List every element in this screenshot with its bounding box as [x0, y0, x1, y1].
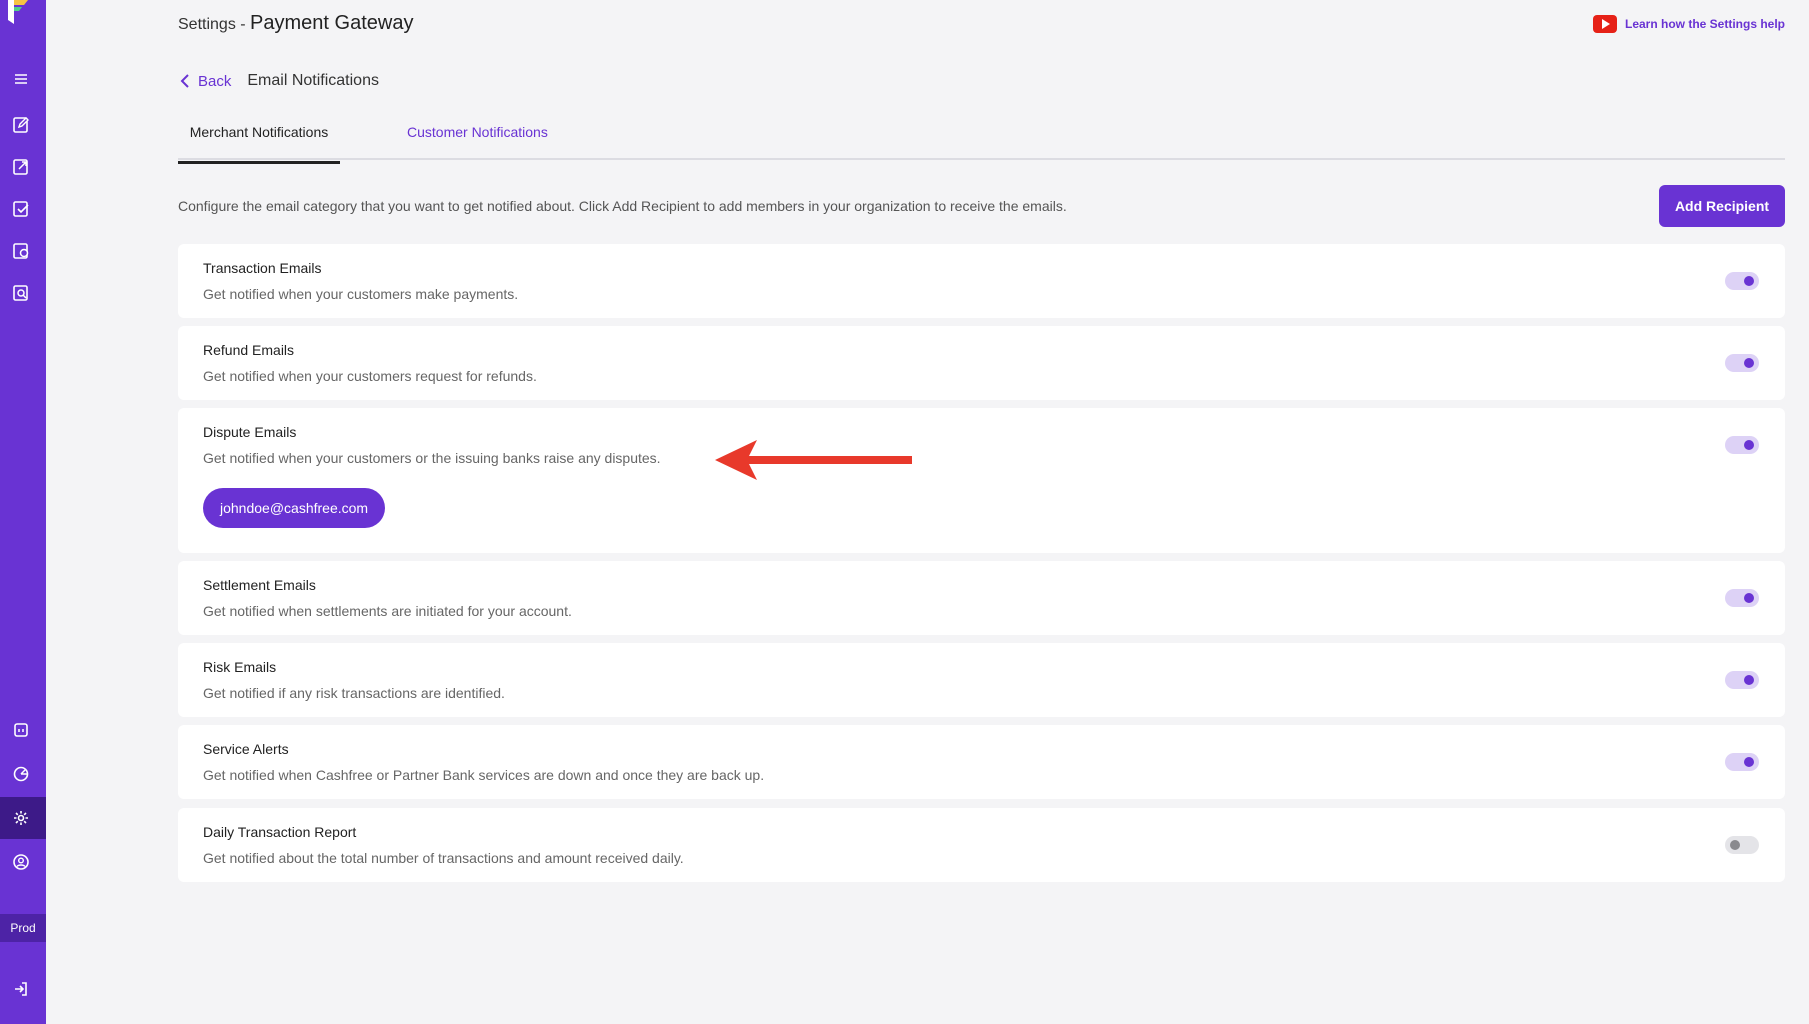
- user-icon[interactable]: [9, 850, 33, 874]
- current-page-label: Email Notifications: [247, 72, 379, 89]
- breadcrumb: Back Email Notifications: [178, 72, 379, 90]
- chevron-left-icon: [180, 74, 189, 88]
- page-title-text: Payment Gateway: [250, 12, 414, 34]
- youtube-icon: [1592, 15, 1617, 33]
- notification-title: Settlement Emails: [203, 577, 316, 593]
- notification-description: Get notified when your customers request…: [203, 368, 537, 384]
- toggle-knob: [1744, 757, 1754, 767]
- back-label: Back: [198, 72, 232, 90]
- notification-card-daily-report: Daily Transaction Report Get notified ab…: [178, 808, 1785, 882]
- toggle-knob: [1744, 675, 1754, 685]
- help-link-label: Learn how the Settings help: [1624, 17, 1785, 31]
- refresh-doc-icon[interactable]: [9, 239, 33, 263]
- menu-icon[interactable]: [9, 67, 33, 91]
- toggle-knob: [1744, 440, 1754, 450]
- add-recipient-button[interactable]: Add Recipient: [1659, 185, 1785, 227]
- notification-toggle-transaction[interactable]: [1725, 272, 1759, 290]
- notification-description: Get notified when settlements are initia…: [203, 603, 572, 619]
- notification-card-refund: Refund Emails Get notified when your cus…: [178, 326, 1785, 400]
- toggle-knob: [1744, 276, 1754, 286]
- calendar-icon[interactable]: [9, 718, 33, 742]
- notification-title: Daily Transaction Report: [203, 824, 357, 840]
- help-link[interactable]: Learn how the Settings help: [1592, 15, 1785, 33]
- notification-toggle-refund[interactable]: [1725, 354, 1759, 372]
- notification-title: Refund Emails: [203, 342, 295, 358]
- notification-toggle-settlement[interactable]: [1725, 589, 1759, 607]
- notification-toggle-dispute[interactable]: [1725, 436, 1759, 454]
- notification-description: Get notified if any risk transactions ar…: [203, 685, 505, 701]
- recipient-chip[interactable]: johndoe@cashfree.com: [203, 488, 386, 528]
- notification-toggle-risk[interactable]: [1725, 671, 1759, 689]
- breadcrumb-prefix: Settings -: [178, 16, 251, 33]
- notification-card-dispute: Dispute Emails Get notified when your cu…: [178, 408, 1785, 553]
- edit-doc-icon[interactable]: [9, 113, 33, 137]
- tab-merchant-notifications[interactable]: Merchant Notifications: [178, 124, 340, 164]
- notification-title: Service Alerts: [203, 741, 289, 757]
- export-doc-icon[interactable]: [9, 155, 33, 179]
- notification-description: Get notified when your customers make pa…: [203, 286, 519, 302]
- brand-logo-icon: [6, 0, 32, 24]
- annotation-arrow-icon: [715, 440, 912, 480]
- notification-card-transaction: Transaction Emails Get notified when you…: [178, 244, 1785, 318]
- notification-card-settlement: Settlement Emails Get notified when sett…: [178, 561, 1785, 635]
- back-button[interactable]: Back: [178, 73, 231, 90]
- gear-icon[interactable]: [9, 806, 33, 830]
- notification-toggle-service-alerts[interactable]: [1725, 753, 1759, 771]
- notification-title: Transaction Emails: [203, 260, 322, 276]
- page-description: Configure the email category that you wa…: [178, 198, 1067, 214]
- check-doc-icon[interactable]: [9, 197, 33, 221]
- notification-card-risk: Risk Emails Get notified if any risk tra…: [178, 643, 1785, 717]
- search-doc-icon[interactable]: [9, 281, 33, 305]
- logout-icon[interactable]: [9, 977, 33, 1001]
- sidebar: Prod: [0, 0, 46, 1024]
- notification-description: Get notified when your customers or the …: [203, 450, 661, 466]
- toggle-knob: [1730, 840, 1740, 850]
- toggle-knob: [1744, 593, 1754, 603]
- notification-title: Dispute Emails: [203, 424, 297, 440]
- chart-icon[interactable]: [9, 762, 33, 786]
- notification-toggle-daily-report[interactable]: [1725, 836, 1759, 854]
- toggle-knob: [1744, 358, 1754, 368]
- notification-description: Get notified about the total number of t…: [203, 850, 684, 866]
- notification-title: Risk Emails: [203, 659, 277, 675]
- page-title: Settings - Payment Gateway: [178, 12, 413, 35]
- notification-card-service-alerts: Service Alerts Get notified when Cashfre…: [178, 725, 1785, 799]
- notification-description: Get notified when Cashfree or Partner Ba…: [203, 767, 765, 783]
- tab-customer-notifications[interactable]: Customer Notifications: [407, 124, 548, 140]
- notification-tabs: Merchant Notifications Customer Notifica…: [178, 118, 1785, 164]
- environment-badge[interactable]: Prod: [0, 914, 46, 942]
